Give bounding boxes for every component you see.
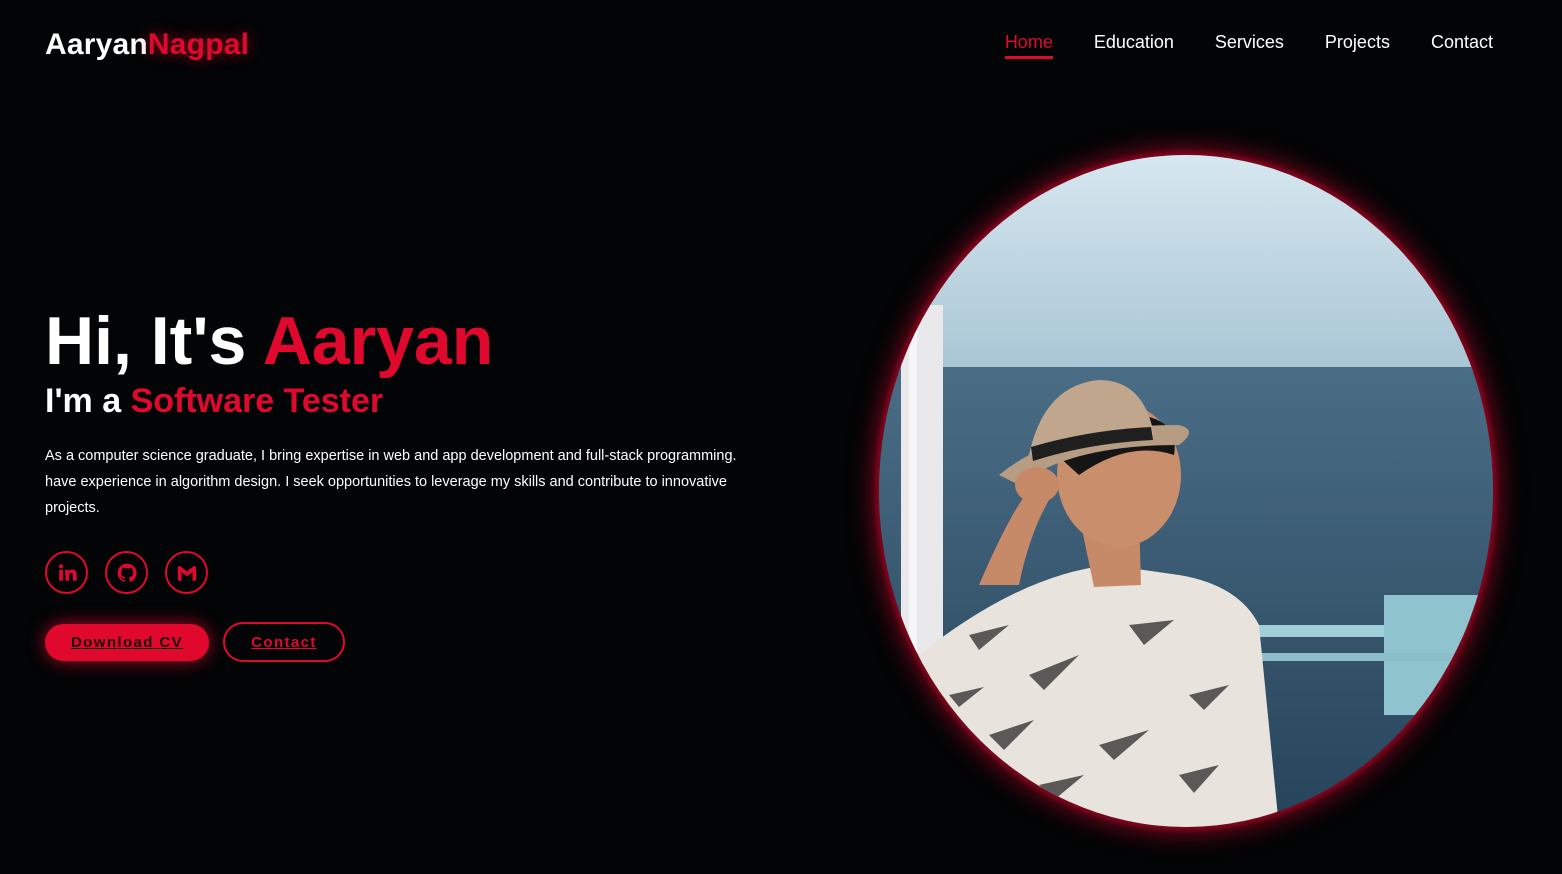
- hero-name: Aaryan: [262, 303, 494, 379]
- hero-subtitle: I'm a Software Tester: [45, 381, 745, 421]
- gmail-link[interactable]: [165, 551, 208, 594]
- social-links: [45, 551, 745, 594]
- logo[interactable]: AaryanNagpal: [45, 28, 249, 62]
- contact-button[interactable]: Contact: [223, 622, 345, 662]
- github-icon: [117, 563, 137, 582]
- linkedin-icon: [58, 563, 77, 581]
- github-link[interactable]: [105, 551, 148, 594]
- hero-role-prefix: I'm a: [45, 382, 131, 420]
- nav-home[interactable]: Home: [1004, 32, 1053, 59]
- hero-title: Hi, It's Aaryan: [45, 303, 745, 379]
- nav-contact[interactable]: Contact: [1431, 32, 1493, 59]
- download-cv-button[interactable]: Download CV: [45, 623, 209, 661]
- logo-last: Nagpal: [147, 28, 250, 61]
- logo-first: Aaryan: [45, 28, 148, 61]
- profile-photo: [879, 155, 1493, 827]
- profile-photo-illustration: [879, 155, 1493, 827]
- hero-role: Software Tester: [130, 382, 384, 420]
- nav-education[interactable]: Education: [1094, 32, 1174, 59]
- linkedin-link[interactable]: [45, 551, 88, 594]
- nav-projects[interactable]: Projects: [1325, 32, 1390, 59]
- hero-buttons: Download CV Contact: [45, 622, 745, 662]
- nav-services[interactable]: Services: [1215, 32, 1284, 59]
- page: AaryanNagpal Home Education Services Pro…: [0, 0, 1562, 874]
- hero-section: Hi, It's Aaryan I'm a Software Tester As…: [45, 303, 745, 662]
- gmail-icon: [177, 565, 196, 581]
- hero-greeting: Hi, It's: [45, 303, 263, 379]
- main-nav: Home Education Services Projects Contact: [1004, 32, 1493, 59]
- hero-description: As a computer science graduate, I bring …: [45, 448, 737, 516]
